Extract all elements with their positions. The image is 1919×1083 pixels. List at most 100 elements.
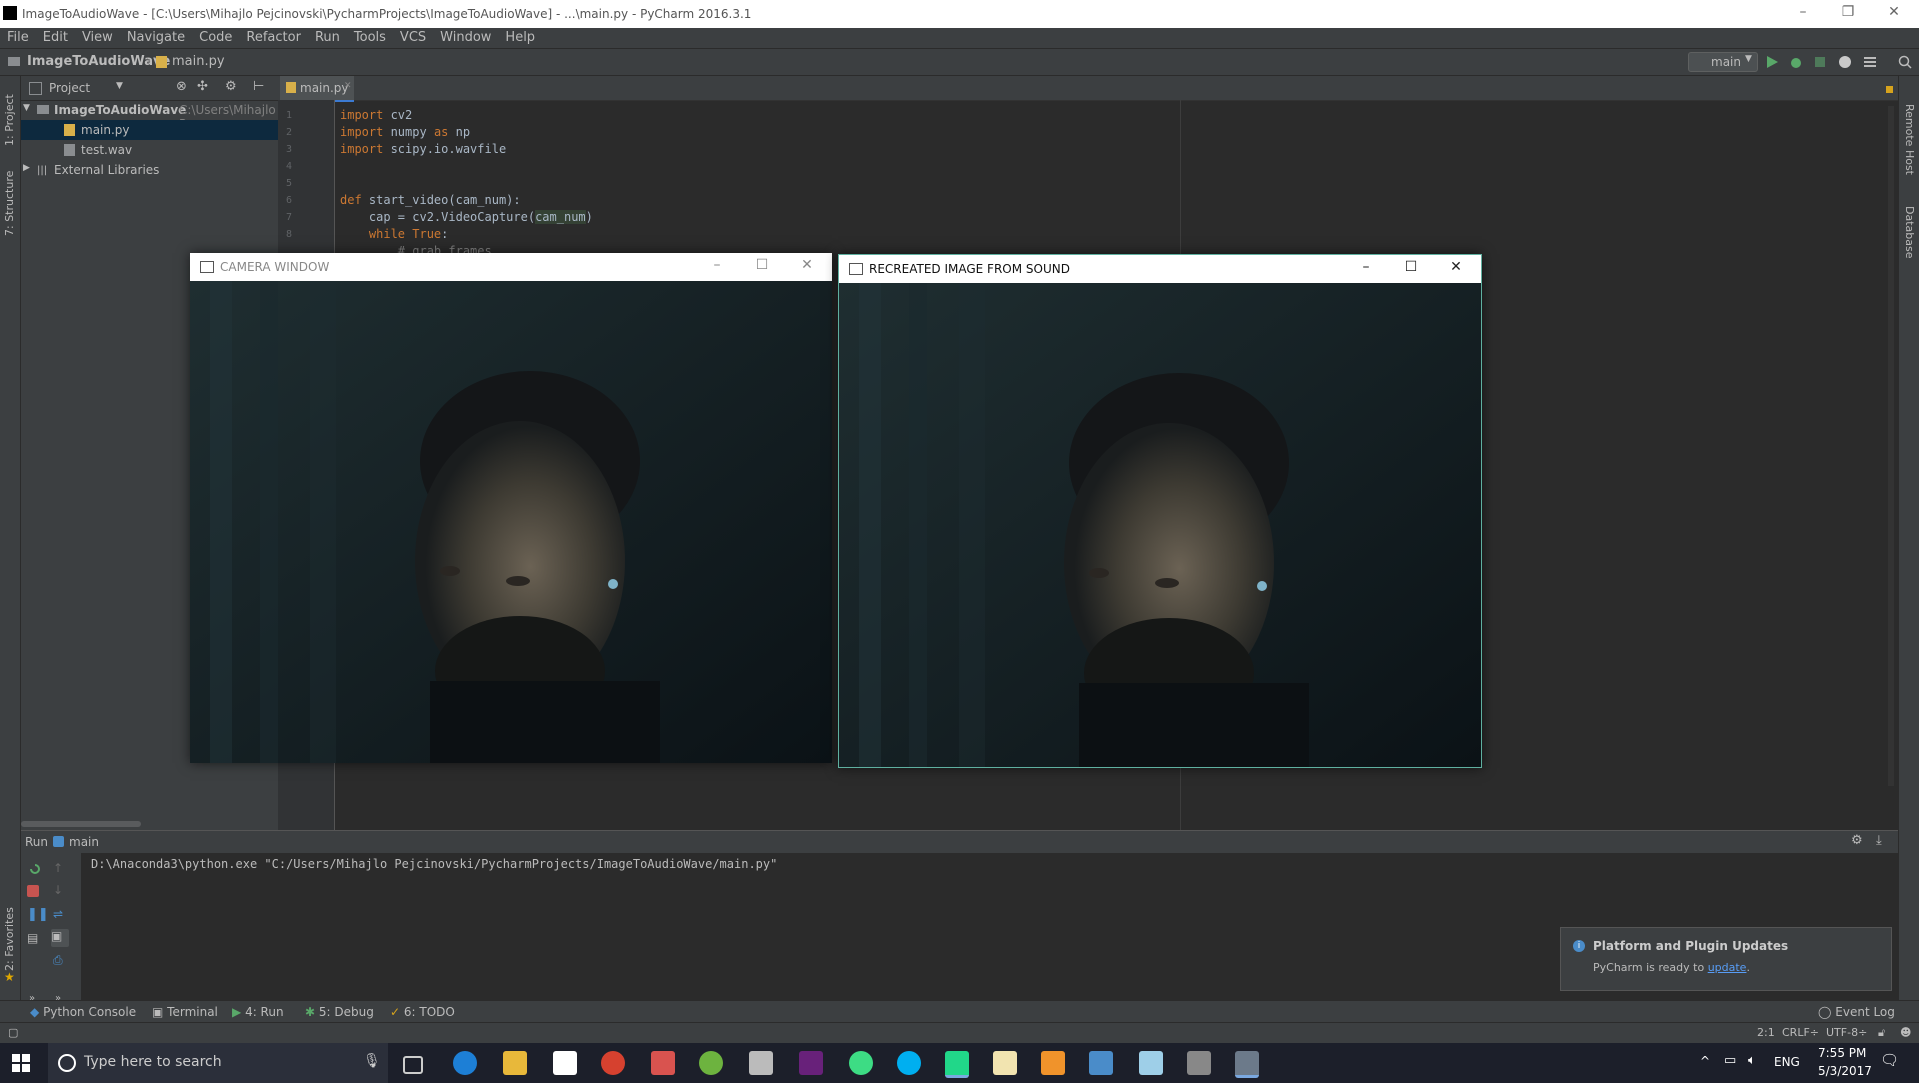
tasks-icon[interactable] (1862, 54, 1878, 70)
menu-edit[interactable]: Edit (36, 28, 75, 45)
file-explorer-icon[interactable] (503, 1051, 527, 1075)
run-config-select[interactable]: main ▼ (1688, 52, 1758, 72)
action-center-icon[interactable]: 🗨︎ (1880, 1051, 1899, 1069)
stop-icon[interactable] (27, 885, 39, 897)
close-icon[interactable]: ✕ (795, 257, 819, 277)
tab-debug[interactable]: ✱ 5: Debug (305, 1005, 374, 1019)
menu-run[interactable]: Run (308, 28, 347, 45)
profile-icon[interactable] (1837, 54, 1853, 70)
maximize-icon[interactable]: ☐ (1399, 259, 1423, 279)
remote-host-tool-tab[interactable]: Remote Host (1903, 104, 1916, 175)
language-indicator[interactable]: ENG (1774, 1055, 1800, 1069)
menu-tools[interactable]: Tools (347, 28, 393, 45)
pause-icon[interactable]: ❚❚ (27, 907, 49, 923)
run-output[interactable]: D:\Anaconda3\python.exe "C:/Users/Mihajl… (91, 857, 777, 871)
media-player-icon[interactable] (1041, 1051, 1065, 1075)
run-icon[interactable] (1764, 54, 1780, 70)
control-panel-icon[interactable] (1089, 1051, 1113, 1075)
tree-item-external-libraries[interactable]: ▶ ||| External Libraries (21, 160, 278, 180)
menu-help[interactable]: Help (498, 28, 542, 45)
cursor-position[interactable]: 2:1 (1757, 1026, 1775, 1039)
camera-window[interactable]: CAMERA WINDOW – ☐ ✕ (190, 253, 832, 763)
menu-navigate[interactable]: Navigate (120, 28, 192, 45)
android-studio-icon[interactable] (849, 1051, 873, 1075)
rerun-icon[interactable] (27, 861, 43, 877)
update-notification[interactable]: i Platform and Plugin Updates PyCharm is… (1560, 927, 1892, 991)
warning-marker[interactable] (1886, 86, 1893, 93)
coverage-icon[interactable] (1812, 54, 1828, 70)
tree-item-test-wav[interactable]: test.wav (21, 140, 278, 160)
tab-python-console[interactable]: ◆ Python Console (30, 1005, 136, 1019)
clock-time[interactable]: 7:55 PM (1818, 1046, 1866, 1060)
tab-terminal[interactable]: ▣ Terminal (152, 1005, 218, 1019)
menu-refactor[interactable]: Refactor (239, 28, 308, 45)
calculator-app-icon[interactable] (651, 1051, 675, 1075)
search-icon[interactable] (1897, 54, 1913, 70)
camera-window-titlebar[interactable]: CAMERA WINDOW – ☐ ✕ (190, 253, 832, 281)
project-tool-tab[interactable]: 1: Project (3, 94, 16, 146)
chevron-down-icon[interactable]: ▼ (116, 81, 123, 91)
pin-tab-icon[interactable]: ▣ (51, 929, 69, 947)
favorites-tool-tab[interactable]: 2: Favorites (3, 907, 16, 971)
scroll-down-icon[interactable]: ↓ (53, 883, 69, 899)
collapse-all-icon[interactable]: ✣ (197, 79, 208, 94)
restore-icon[interactable]: ❐ (1838, 4, 1858, 22)
store-icon[interactable] (553, 1051, 577, 1075)
close-tab-icon[interactable]: ✕ (344, 81, 352, 91)
tree-item-root[interactable]: ▼ ImageToAudioWave C:\Users\Mihajlo P (21, 100, 278, 131)
project-view-select[interactable]: Project (49, 81, 90, 95)
scroll-up-icon[interactable]: ↑ (53, 861, 69, 877)
scroll-from-source-icon[interactable]: ⊗ (176, 79, 187, 94)
taskbar-search-box[interactable]: Type here to search 🎙︎ (48, 1043, 388, 1083)
tool-window-toggle-icon[interactable]: ▢ (8, 1026, 18, 1039)
database-tool-tab[interactable]: Database (1903, 206, 1916, 259)
soft-wrap-icon[interactable]: ⇌ (53, 907, 69, 923)
tab-event-log[interactable]: ◯ Event Log (1818, 1005, 1895, 1019)
line-separator[interactable]: CRLF÷ (1782, 1026, 1819, 1039)
print-icon[interactable]: ⎙ (53, 953, 69, 969)
structure-tool-tab[interactable]: 7: Structure (3, 171, 16, 236)
minimize-icon[interactable]: – (1793, 4, 1813, 22)
windows-start-icon[interactable] (12, 1054, 30, 1072)
eclipse-icon[interactable] (749, 1051, 773, 1075)
microphone-icon[interactable]: 🎙︎ (363, 1053, 381, 1069)
tab-todo[interactable]: ✓ 6: TODO (390, 1005, 455, 1019)
task-view-icon[interactable] (403, 1056, 423, 1074)
menu-view[interactable]: View (75, 28, 120, 45)
opencv-window-taskbar-icon[interactable] (1235, 1051, 1259, 1078)
chevron-up-icon[interactable]: ^ (1700, 1054, 1710, 1068)
skype-icon[interactable] (897, 1051, 921, 1075)
gear-icon[interactable]: ⚙ (225, 79, 237, 94)
edge-browser-icon[interactable] (453, 1051, 477, 1075)
notepad-icon[interactable] (993, 1051, 1017, 1075)
clock-date[interactable]: 5/3/2017 (1818, 1064, 1872, 1078)
horizontal-scrollbar[interactable] (21, 821, 141, 827)
calculator-icon[interactable] (1187, 1051, 1211, 1075)
hide-panel-icon[interactable]: ⊢ (253, 79, 264, 94)
layout-icon[interactable]: ▤ (27, 931, 43, 947)
tree-item-main-py[interactable]: main.py (21, 120, 278, 140)
pycharm-taskbar-icon[interactable] (945, 1051, 969, 1078)
editor-scrollbar[interactable] (1888, 106, 1894, 786)
visual-studio-icon[interactable] (799, 1051, 823, 1075)
menu-code[interactable]: Code (192, 28, 239, 45)
close-icon[interactable]: ✕ (1884, 4, 1904, 22)
minimize-icon[interactable]: – (705, 257, 729, 277)
volume-icon[interactable]: 🔈︎ (1748, 1053, 1756, 1068)
tab-run[interactable]: ▶ 4: Run (232, 1005, 284, 1019)
spring-tool-icon[interactable] (699, 1051, 723, 1075)
breadcrumb-file[interactable]: main.py (172, 54, 225, 69)
update-link[interactable]: update (1708, 961, 1747, 974)
recreated-window-titlebar[interactable]: RECREATED IMAGE FROM SOUND – ☐ ✕ (839, 255, 1481, 283)
file-encoding[interactable]: UTF-8÷ (1826, 1026, 1867, 1039)
chrome-icon[interactable] (601, 1051, 625, 1075)
minimize-icon[interactable]: – (1354, 259, 1378, 279)
maximize-icon[interactable]: ☐ (750, 257, 774, 277)
recreated-image-window[interactable]: RECREATED IMAGE FROM SOUND – ☐ ✕ (838, 254, 1482, 768)
eraser-app-icon[interactable] (1139, 1051, 1163, 1075)
network-icon[interactable]: ▭ (1724, 1053, 1736, 1068)
tab-main-py[interactable]: main.py ✕ (280, 76, 354, 102)
close-icon[interactable]: ✕ (1444, 259, 1468, 279)
menu-window[interactable]: Window (433, 28, 498, 45)
inspector-icon[interactable]: ☻ (1900, 1026, 1911, 1039)
